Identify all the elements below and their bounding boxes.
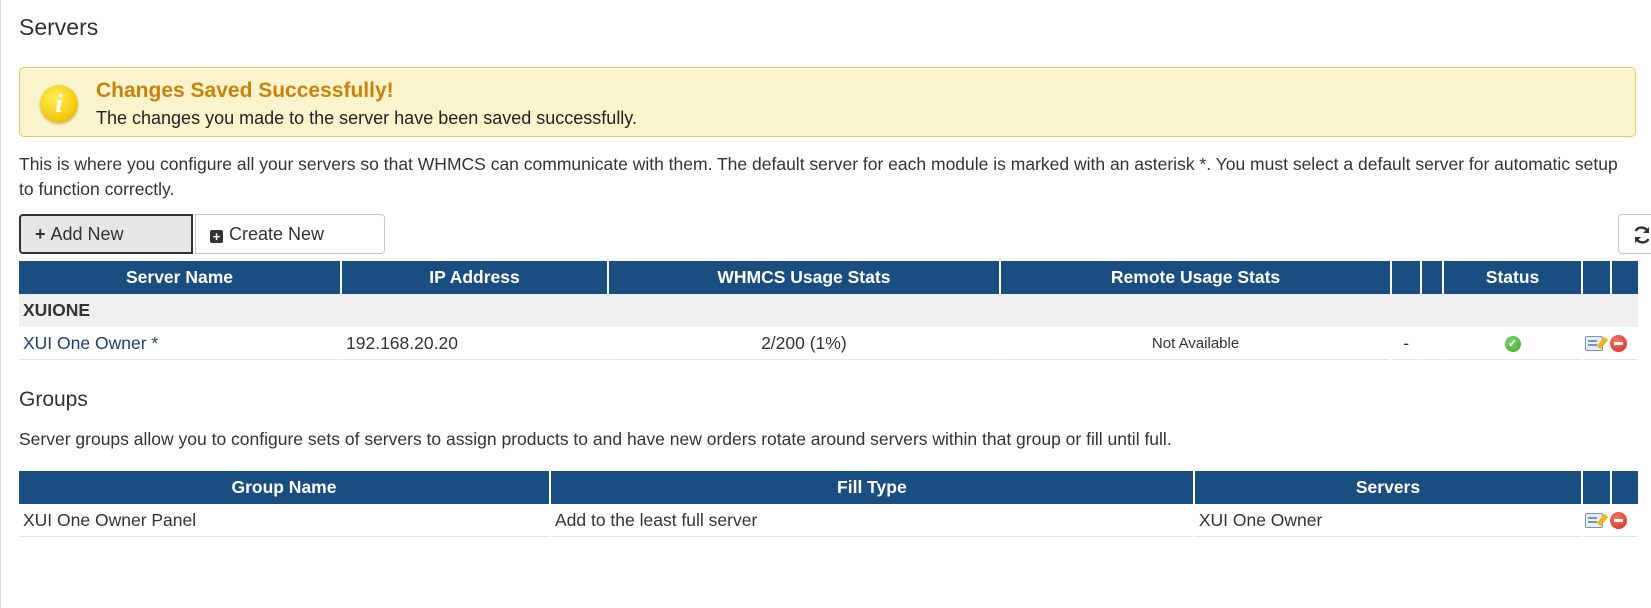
add-new-server-button[interactable]: +Add New Server: [19, 214, 193, 280]
delete-icon[interactable]: [1610, 335, 1628, 353]
status-active-icon: ✓: [1504, 335, 1521, 352]
servers-table-header: Server Name IP Address WHMCS Usage Stats…: [19, 261, 1638, 294]
server-remote-usage: Not Available: [1000, 327, 1391, 360]
server-ip: 192.168.20.20: [342, 327, 608, 360]
edit-icon[interactable]: [1585, 513, 1604, 529]
table-row: XUI One Owner * 192.168.20.20 2/200 (1%)…: [19, 327, 1638, 360]
col-whmcs-usage[interactable]: WHMCS Usage Stats: [609, 261, 999, 294]
server-actions: [1583, 327, 1638, 360]
servers-table: Server Name IP Address WHMCS Usage Stats…: [17, 261, 1640, 360]
plus-square-icon: +: [210, 230, 223, 243]
col-ip-address[interactable]: IP Address: [342, 261, 608, 294]
page-title: Servers: [19, 14, 99, 40]
table-row: XUI One Owner Panel Add to the least ful…: [19, 504, 1638, 537]
refresh-icon: [1633, 226, 1650, 244]
col-status[interactable]: Status: [1443, 261, 1582, 294]
server-status-cell: ✓: [1443, 327, 1582, 360]
left-border: [0, 0, 1, 608]
col-fill-type[interactable]: Fill Type: [550, 471, 1193, 504]
alert-title: Changes Saved Successfully!: [96, 79, 394, 102]
info-icon: i: [40, 85, 78, 123]
group-servers: XUI One Owner: [1194, 504, 1582, 537]
group-name: XUI One Owner Panel: [19, 504, 549, 537]
col-blank-6: [1611, 471, 1638, 504]
server-name-link[interactable]: XUI One Owner *: [19, 327, 341, 360]
col-group-name[interactable]: Group Name: [19, 471, 549, 504]
server-whmcs-usage: 2/200 (1%): [609, 327, 999, 360]
server-extra: -: [1392, 327, 1420, 360]
groups-table-header: Group Name Fill Type Servers: [19, 471, 1638, 504]
groups-table: Group Name Fill Type Servers XUI One Own…: [17, 471, 1640, 537]
col-blank-5: [1583, 471, 1610, 504]
success-alert: i Changes Saved Successfully! The change…: [19, 67, 1636, 137]
col-blank-3: [1583, 261, 1610, 294]
col-remote-usage[interactable]: Remote Usage Stats: [1000, 261, 1391, 294]
create-new-group-button[interactable]: +Create New Group: [195, 214, 385, 282]
server-group-name: XUIONE: [19, 294, 1638, 327]
col-blank-4: [1611, 261, 1638, 294]
alert-message: The changes you made to the server have …: [96, 108, 637, 128]
col-blank-1: [1392, 261, 1420, 294]
col-blank-2: [1421, 261, 1442, 294]
groups-title: Groups: [19, 388, 88, 411]
plus-icon: +: [35, 224, 46, 244]
server-group-row: XUIONE: [19, 294, 1638, 327]
groups-description: Server groups allow you to configure set…: [19, 429, 1172, 449]
delete-icon[interactable]: [1610, 512, 1628, 530]
server-blank: [1421, 327, 1442, 360]
col-servers[interactable]: Servers: [1194, 471, 1582, 504]
edit-icon[interactable]: [1585, 336, 1604, 352]
col-server-name[interactable]: Server Name: [19, 261, 341, 294]
group-fill-type: Add to the least full server: [550, 504, 1193, 537]
group-actions: [1583, 504, 1638, 537]
servers-description: This is where you configure all your ser…: [19, 154, 1618, 199]
refresh-button[interactable]: [1618, 214, 1651, 254]
